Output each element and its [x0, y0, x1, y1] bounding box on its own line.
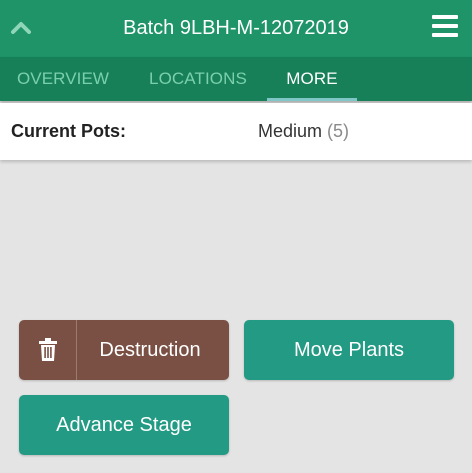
current-pots-value: Medium (5) — [258, 103, 349, 160]
page-title: Batch 9LBH-M-12072019 — [123, 17, 349, 39]
move-plants-button[interactable]: Move Plants — [244, 320, 454, 380]
trash-icon — [38, 338, 57, 361]
current-pots-row: Current Pots: Medium (5) — [0, 103, 472, 160]
tab-more[interactable]: MORE — [267, 57, 357, 101]
app-header: Batch 9LBH-M-12072019 — [0, 0, 472, 57]
tab-locations[interactable]: LOCATIONS — [130, 57, 266, 101]
tab-overview[interactable]: OVERVIEW — [0, 57, 126, 101]
hamburger-menu-icon — [432, 15, 458, 19]
destruction-label: Destruction — [99, 338, 201, 361]
menu-button[interactable] — [432, 13, 458, 39]
advance-stage-button[interactable]: Advance Stage — [19, 395, 229, 455]
destruction-button[interactable]: Destruction — [19, 320, 229, 380]
pot-size: Medium — [258, 121, 323, 141]
pot-count: (5) — [327, 121, 350, 141]
tab-bar: OVERVIEW LOCATIONS MORE — [0, 57, 472, 101]
current-pots-label: Current Pots: — [11, 121, 127, 141]
